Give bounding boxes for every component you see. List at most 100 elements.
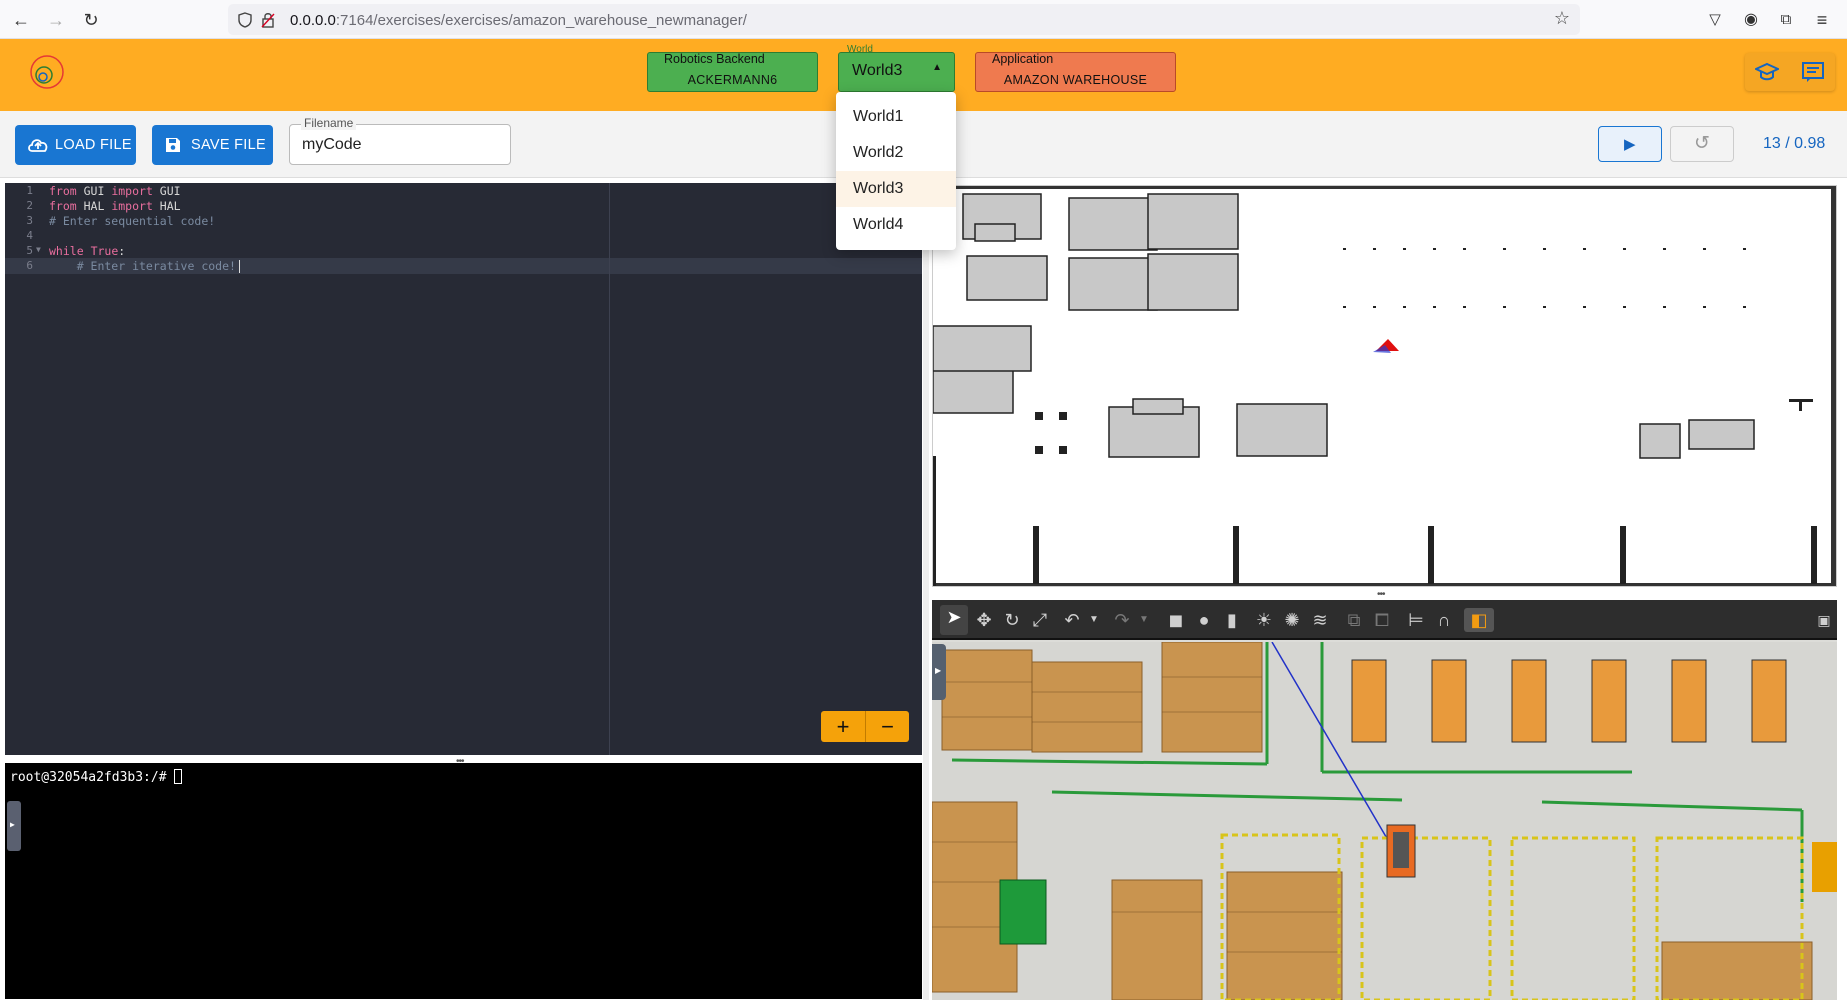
- simulation-toolbar: ➤ ✥ ↻ ⤢ ↶ ▼ ↷ ▼ ◼ ● ▮ ☀ ✺ ≋ ⧉ ⧠ ⊨ ∩ ◧ ▣: [932, 600, 1837, 640]
- terminal[interactable]: root@32054a2fd3b3:/# ▶: [5, 763, 922, 999]
- scale-icon[interactable]: ⤢: [1028, 608, 1052, 632]
- fold-arrow-icon[interactable]: ▼: [36, 245, 41, 254]
- line-number: 6: [26, 259, 33, 272]
- world-option-selected[interactable]: World3: [836, 171, 956, 207]
- load-file-label: LOAD FILE: [55, 137, 132, 153]
- world-option[interactable]: World1: [836, 99, 956, 135]
- view-angle-icon[interactable]: ◧: [1464, 608, 1494, 632]
- world-option[interactable]: World2: [836, 135, 956, 171]
- snap-magnet-icon[interactable]: ∩: [1432, 608, 1456, 632]
- map-resize-handle[interactable]: •••: [1377, 589, 1385, 600]
- terminal-line: root@32054a2fd3b3:/#: [10, 769, 183, 785]
- undo-dropdown-icon[interactable]: ▼: [1082, 608, 1106, 632]
- play-icon: ▶: [1624, 136, 1636, 153]
- rotate-icon[interactable]: ↻: [1000, 608, 1024, 632]
- reset-icon: ↺: [1694, 133, 1710, 154]
- address-bar[interactable]: 0.0.0.0:7164/exercises/exercises/amazon_…: [228, 4, 1580, 35]
- save-file-label: SAVE FILE: [191, 137, 266, 153]
- sim-side-handle[interactable]: ▶: [932, 644, 946, 700]
- application-box[interactable]: Application AMAZON WAREHOUSE: [975, 52, 1176, 92]
- rtf-stats: 13 / 0.98: [1763, 135, 1826, 152]
- sphere-shape-icon[interactable]: ●: [1192, 608, 1216, 632]
- load-file-button[interactable]: LOAD FILE: [15, 125, 136, 165]
- line-number: 5: [26, 244, 33, 257]
- world-value: World3: [852, 62, 903, 79]
- application-caption: Application: [992, 52, 1054, 66]
- shield-icon: [238, 12, 252, 28]
- backend-caption: Robotics Backend: [664, 52, 765, 66]
- save-file-button[interactable]: SAVE FILE: [152, 125, 273, 165]
- world-option[interactable]: World4: [836, 207, 956, 243]
- zoom-controls: + −: [821, 711, 909, 742]
- code-line: from HAL import HAL: [49, 199, 181, 213]
- robotics-backend-box[interactable]: Robotics Backend ACKERMANN6: [647, 52, 818, 92]
- simulation-scene: [932, 642, 1837, 1000]
- application-value: AMAZON WAREHOUSE: [1003, 73, 1148, 87]
- line-number: 1: [26, 184, 33, 197]
- browser-toolbar: ← → ↻ 0.0.0.0:7164/exercises/exercises/a…: [0, 0, 1847, 39]
- world-dropdown-menu: World1 World2 World3 World4: [836, 92, 956, 250]
- forward-icon[interactable]: →: [45, 9, 67, 31]
- save-icon: [166, 138, 180, 152]
- cloud-upload-icon: [28, 139, 48, 152]
- forum-icon[interactable]: [1801, 61, 1825, 83]
- url-text: 0.0.0.0:7164/exercises/exercises/amazon_…: [290, 12, 747, 29]
- align-icon[interactable]: ⊨: [1404, 608, 1428, 632]
- header-actions: [1745, 53, 1835, 91]
- lock-insecure-icon: [261, 13, 275, 28]
- simulation-view[interactable]: ➤ ✥ ↻ ⤢ ↶ ▼ ↷ ▼ ◼ ● ▮ ☀ ✺ ≋ ⧉ ⧠ ⊨ ∩ ◧ ▣: [932, 600, 1837, 1000]
- terminal-prompt: root@32054a2fd3b3:/#: [10, 770, 175, 785]
- expand-arrow-icon: ▶: [935, 666, 942, 675]
- url-host: 0.0.0.0: [290, 12, 336, 29]
- directional-light-icon[interactable]: ≋: [1308, 608, 1332, 632]
- extensions-icon[interactable]: ⧉: [1775, 9, 1797, 31]
- menu-icon[interactable]: ≡: [1811, 9, 1833, 31]
- graduation-cap-icon[interactable]: [1755, 61, 1779, 83]
- print-margin: [609, 183, 610, 755]
- paste-icon[interactable]: ⧠: [1370, 608, 1394, 632]
- account-icon[interactable]: ◉: [1740, 9, 1762, 31]
- play-button[interactable]: ▶: [1598, 126, 1662, 162]
- url-path: :7164/exercises/exercises/amazon_warehou…: [335, 12, 747, 29]
- translate-icon[interactable]: ✥: [972, 608, 996, 632]
- line-number: 2: [26, 199, 33, 212]
- redo-icon[interactable]: ↷: [1110, 608, 1134, 632]
- box-shape-icon[interactable]: ◼: [1164, 608, 1188, 632]
- code-line: # Enter sequential code!: [49, 214, 216, 228]
- point-light-icon[interactable]: ☀: [1252, 608, 1276, 632]
- text-cursor: [239, 260, 240, 273]
- code-line: # Enter iterative code!: [49, 259, 236, 273]
- caret-up-icon: ▲: [932, 62, 942, 73]
- spot-light-icon[interactable]: ✺: [1280, 608, 1304, 632]
- undo-icon[interactable]: ↶: [1060, 608, 1084, 632]
- code-line: from GUI import GUI: [49, 184, 181, 198]
- redo-dropdown-icon[interactable]: ▼: [1132, 608, 1156, 632]
- line-number: 4: [26, 229, 33, 242]
- expand-arrow-icon: ▶: [10, 820, 15, 829]
- backend-value: ACKERMANN6: [687, 73, 778, 87]
- reload-icon[interactable]: ↻: [80, 9, 102, 31]
- app-logo-icon[interactable]: [28, 53, 66, 91]
- back-icon[interactable]: ←: [10, 9, 32, 31]
- cylinder-shape-icon[interactable]: ▮: [1220, 608, 1244, 632]
- terminal-cursor: [174, 769, 183, 784]
- green-bin: [999, 879, 1047, 945]
- vertical-splitter[interactable]: [923, 185, 929, 1000]
- pocket-icon[interactable]: ▽: [1704, 9, 1726, 31]
- code-line: while True:: [49, 244, 126, 258]
- select-arrow-icon[interactable]: ➤: [940, 605, 968, 635]
- warehouse-map: [932, 185, 1837, 587]
- terminal-side-handle[interactable]: ▶: [7, 801, 21, 851]
- copy-icon[interactable]: ⧉: [1342, 608, 1366, 632]
- code-editor[interactable]: 1 from GUI import GUI 2 from HAL import …: [5, 183, 922, 755]
- world-caption: World: [847, 44, 873, 55]
- bookmark-star-icon[interactable]: ☆: [1554, 8, 1570, 29]
- zoom-out-button[interactable]: −: [866, 711, 909, 742]
- line-number: 3: [26, 214, 33, 227]
- screenshot-icon[interactable]: ▣: [1812, 608, 1836, 632]
- filename-label: Filename: [301, 116, 357, 130]
- reset-button[interactable]: ↺: [1670, 126, 1734, 162]
- filename-field[interactable]: Filename myCode: [289, 116, 511, 165]
- zoom-in-button[interactable]: +: [821, 711, 865, 742]
- world-select[interactable]: World World3 ▲: [838, 44, 955, 92]
